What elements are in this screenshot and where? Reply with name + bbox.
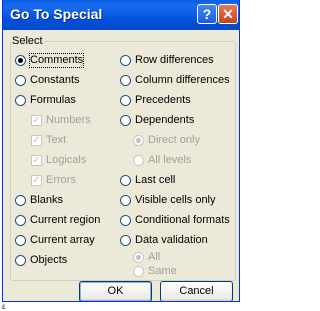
option-label: Current array (30, 234, 95, 246)
radio-constants[interactable] (15, 75, 26, 86)
help-button[interactable]: ? (197, 4, 217, 24)
close-button[interactable]: ✕ (218, 4, 238, 24)
option-label: Conditional formats (135, 214, 230, 226)
option-label: Column differences (135, 74, 230, 86)
radio-dependents[interactable] (120, 115, 131, 126)
checkmark-icon: ✓ (31, 135, 42, 146)
option-label: Current region (30, 214, 101, 226)
radio-last-cell[interactable] (120, 175, 131, 186)
radio-current-region[interactable] (15, 215, 26, 226)
option-label: Last cell (135, 174, 176, 186)
title-bar[interactable]: Go To Special ? ✕ (3, 0, 239, 30)
checkmark-icon: ✓ (31, 175, 42, 186)
close-icon: ✕ (222, 6, 234, 22)
radio-row-differences[interactable] (120, 55, 131, 66)
radio-visible-cells-only[interactable] (120, 195, 131, 206)
checkmark-icon: ✓ (31, 115, 42, 126)
radio-direct-only[interactable] (133, 135, 144, 146)
radio-objects[interactable] (15, 255, 26, 266)
option-label: All levels (148, 154, 192, 166)
option-label: Formulas (30, 94, 76, 106)
option-label: Row differences (135, 54, 214, 66)
cancel-button[interactable]: Cancel (160, 281, 233, 301)
option-label: Visible cells only (135, 194, 216, 206)
radio-comments[interactable] (15, 55, 26, 66)
option-label: Data validation (135, 234, 208, 246)
select-group-label: Select (11, 35, 44, 47)
option-label: Same (148, 265, 177, 277)
option-label: Errors (46, 174, 76, 186)
checkmark-icon: ✓ (31, 155, 42, 166)
go-to-special-dialog: Go To Special ? ✕ Select Comments Consta… (2, 0, 240, 302)
radio-validation-same[interactable] (133, 266, 144, 277)
option-label: Direct only (148, 134, 200, 146)
dialog-title: Go To Special (10, 6, 103, 22)
option-label: Text (46, 134, 67, 146)
radio-data-validation[interactable] (120, 235, 131, 246)
option-label: All (148, 251, 161, 263)
radio-column-differences[interactable] (120, 75, 131, 86)
option-label: Comments (28, 53, 85, 68)
option-label: Dependents (135, 114, 195, 126)
radio-formulas[interactable] (15, 95, 26, 106)
radio-blanks[interactable] (15, 195, 26, 206)
option-label: Precedents (135, 94, 191, 106)
option-label: Numbers (46, 114, 91, 126)
radio-conditional-formats[interactable] (120, 215, 131, 226)
radio-current-array[interactable] (15, 235, 26, 246)
option-label: Logicals (46, 154, 87, 166)
option-label: Blanks (30, 194, 64, 206)
option-label: Constants (30, 74, 80, 86)
option-label: Objects (30, 254, 68, 266)
ok-button[interactable]: OK (79, 281, 152, 301)
radio-precedents[interactable] (120, 95, 131, 106)
radio-all-levels[interactable] (133, 155, 144, 166)
help-icon: ? (202, 6, 212, 22)
radio-validation-all[interactable] (133, 252, 144, 263)
